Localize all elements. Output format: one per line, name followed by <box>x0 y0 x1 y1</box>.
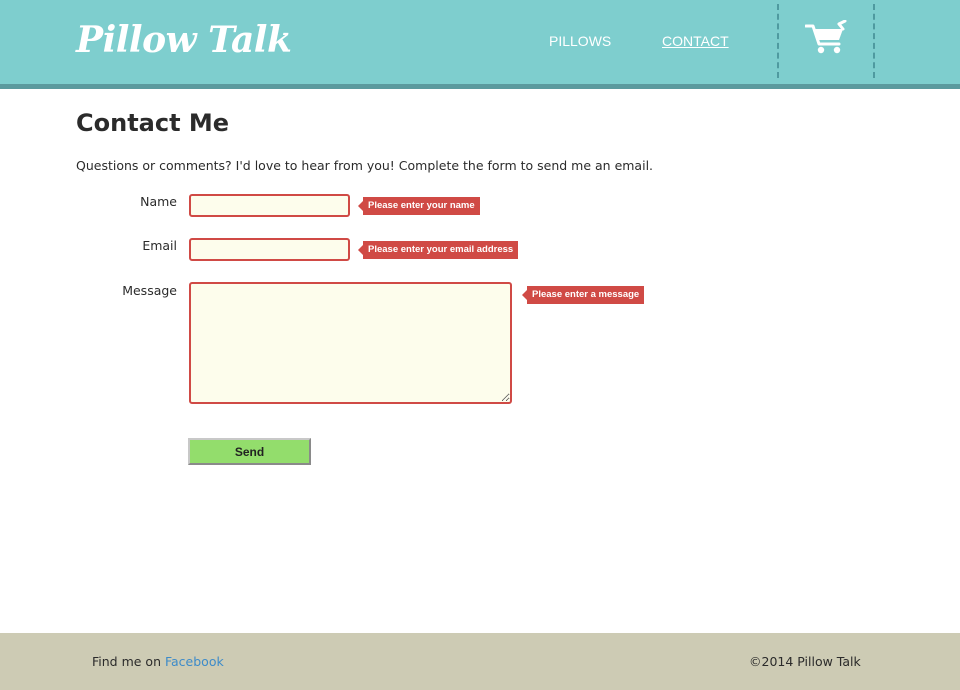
copyright-text: ©2014 Pillow Talk <box>749 654 861 669</box>
email-field[interactable] <box>189 238 350 261</box>
email-label: Email <box>142 238 177 253</box>
message-label: Message <box>122 283 177 298</box>
site-logo[interactable]: Pillow Talk <box>76 17 292 63</box>
cart-divider <box>873 4 875 78</box>
header-divider <box>0 84 960 89</box>
message-error-tooltip: Please enter a message <box>521 286 645 304</box>
shopping-cart-icon[interactable] <box>805 20 847 56</box>
nav-link-pillows[interactable]: PILLOWS <box>549 33 611 49</box>
cart-divider <box>777 4 779 78</box>
site-footer: Find me on Facebook ©2014 Pillow Talk <box>0 633 960 690</box>
message-textarea[interactable] <box>189 282 512 404</box>
find-me-text: Find me on <box>92 654 165 669</box>
social-text: Find me on Facebook <box>92 654 224 670</box>
site-header: Pillow Talk PILLOWS CONTACT <box>0 0 960 84</box>
name-label: Name <box>140 194 177 209</box>
send-button[interactable]: Send <box>188 438 311 465</box>
nav-link-contact[interactable]: CONTACT <box>662 33 729 49</box>
facebook-link[interactable]: Facebook <box>165 654 224 669</box>
page-title: Contact Me <box>76 109 230 137</box>
name-error-tooltip: Please enter your name <box>358 197 480 215</box>
email-error-tooltip: Please enter your email address <box>357 241 519 259</box>
intro-text: Questions or comments? I'd love to hear … <box>76 158 654 173</box>
name-field[interactable] <box>189 194 350 217</box>
